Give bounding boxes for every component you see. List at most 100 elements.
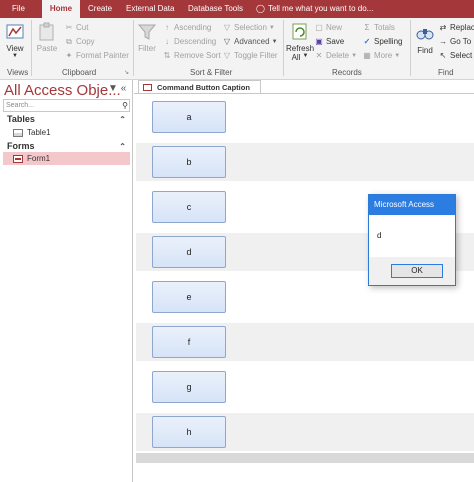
scissors-icon: ✂ [65,23,73,32]
form-icon [143,84,152,91]
sort-ascending-icon: ↑ [165,23,169,32]
clipboard-icon [39,22,54,41]
spelling-check-icon: ✓ [363,37,371,46]
table-icon [13,128,23,137]
nav-section-label: Tables [7,114,35,124]
command-button-d[interactable]: d [152,236,226,268]
group-views-label: Views [7,68,29,77]
group-clipboard-label: Clipboard [62,68,97,77]
dialog-title[interactable]: Microsoft Access [369,195,455,215]
remove-sort-button[interactable]: ⇅ Remove Sort [162,51,221,60]
delete-label: Delete [326,51,350,60]
document-tab-form1[interactable]: Command Button Caption [138,80,261,94]
command-button-f[interactable]: f [152,326,226,358]
save-label: Save [326,37,345,46]
nav-menu-dropdown-icon[interactable]: ▼ [108,83,118,94]
totals-button[interactable]: Σ Totals [362,23,395,32]
goto-button[interactable]: → Go To [438,37,471,46]
command-button-g[interactable]: g [152,371,226,403]
delete-x-icon: ✕ [315,51,323,60]
ascending-button[interactable]: ↑ Ascending [162,23,211,32]
cut-button[interactable]: ✂ Cut [64,23,89,32]
view-label: View [6,44,24,53]
dialog-message-area: d [369,215,455,257]
paste-button[interactable]: Paste [36,22,58,53]
tell-me-text: Tell me what you want to do... [267,4,374,13]
tab-external-data[interactable]: External Data [122,0,178,18]
nav-item-form1[interactable]: Form1 [3,152,130,165]
navigation-pane: All Access Obje... ▼ « Search... ⚲ Table… [0,80,133,482]
nav-section-tables[interactable]: Tables ⌃ [3,113,130,126]
select-label: Select [450,51,473,60]
toggle-filter-button[interactable]: ▽ Toggle Filter [222,51,278,60]
message-box-dialog: Microsoft Access d OK [368,194,456,286]
format-painter-button[interactable]: ✦ Format Painter [64,51,129,60]
tab-create[interactable]: Create [84,0,116,18]
find-label: Find [417,46,433,55]
horizontal-scrollbar[interactable] [136,453,474,463]
form-detail-band: b [136,143,474,181]
clipboard-launcher-icon[interactable]: ↘ [124,69,129,76]
nav-search-input[interactable]: Search... ⚲ [3,99,130,112]
advanced-label: Advanced [234,37,270,46]
save-record-button[interactable]: ▣ Save [314,37,344,46]
document-tab-label: Command Button Caption [157,83,250,92]
command-button-a[interactable]: a [152,101,226,133]
refresh-label: Refresh [286,44,315,53]
goto-label: Go To [450,37,472,46]
select-button[interactable]: ↖ Select [438,51,473,60]
tab-home[interactable]: Home [42,0,80,18]
new-record-button[interactable]: ▢ New [314,23,342,32]
cut-label: Cut [76,23,89,32]
search-icon[interactable]: ⚲ [122,100,128,111]
filter-funnel-icon [137,24,157,40]
goto-arrow-icon: → [439,37,447,46]
command-button-e[interactable]: e [152,281,226,313]
delete-record-button[interactable]: ✕ Delete ▼ [314,51,357,60]
form-icon [13,154,23,163]
replace-button[interactable]: ⇄ Replac [438,23,474,32]
form-detail-band: f [136,323,474,361]
dialog-button-area: OK [369,257,455,285]
spelling-button[interactable]: ✓ Spelling [362,37,403,46]
form-detail-band: g [136,368,474,406]
new-record-icon: ▢ [315,23,323,32]
command-button-h[interactable]: h [152,416,226,448]
replace-icon: ⇄ [439,23,447,32]
descending-button[interactable]: ↓ Descending [162,37,216,46]
toggle-filter-icon: ▽ [223,51,231,60]
tab-file[interactable]: File [8,0,29,18]
select-cursor-icon: ↖ [439,51,447,60]
sort-descending-icon: ↓ [165,37,169,46]
filter-label: Filter [138,44,156,53]
delete-dropdown-icon: ▼ [351,52,358,59]
copy-button[interactable]: ⧉ Copy [64,37,95,46]
paintbrush-icon: ✦ [65,51,73,60]
tab-database-tools[interactable]: Database Tools [184,0,247,18]
refresh-all-button[interactable]: Refresh All ▼ [286,22,314,62]
selection-dropdown-icon: ▼ [268,24,275,31]
view-button[interactable]: View ▼ [4,22,26,59]
find-button[interactable]: Find [414,24,436,55]
more-button[interactable]: ▦ More ▼ [362,51,400,60]
nav-item-table1[interactable]: Table1 [3,126,130,139]
form-detail-band: a [136,98,474,136]
selection-button[interactable]: ▽ Selection ▼ [222,23,275,32]
group-sort-filter-label: Sort & Filter [190,68,233,77]
paste-label: Paste [36,44,58,53]
tell-me-box[interactable]: ◯ Tell me what you want to do... [252,0,377,18]
command-button-b[interactable]: b [152,146,226,178]
filter-button[interactable]: Filter [136,22,158,53]
more-label: More [374,51,393,60]
nav-pane-title[interactable]: All Access Obje... [4,82,121,99]
search-placeholder: Search... [6,102,35,109]
shutter-bar-collapse-icon[interactable]: « [121,83,127,94]
command-button-c[interactable]: c [152,191,226,223]
remove-sort-label: Remove Sort [174,51,221,60]
copy-label: Copy [76,37,95,46]
copy-icon: ⧉ [66,37,72,46]
advanced-button[interactable]: ▽ Advanced ▼ [222,37,278,46]
ok-button[interactable]: OK [391,264,443,278]
selection-label: Selection [234,23,267,32]
toggle-filter-label: Toggle Filter [234,51,278,60]
